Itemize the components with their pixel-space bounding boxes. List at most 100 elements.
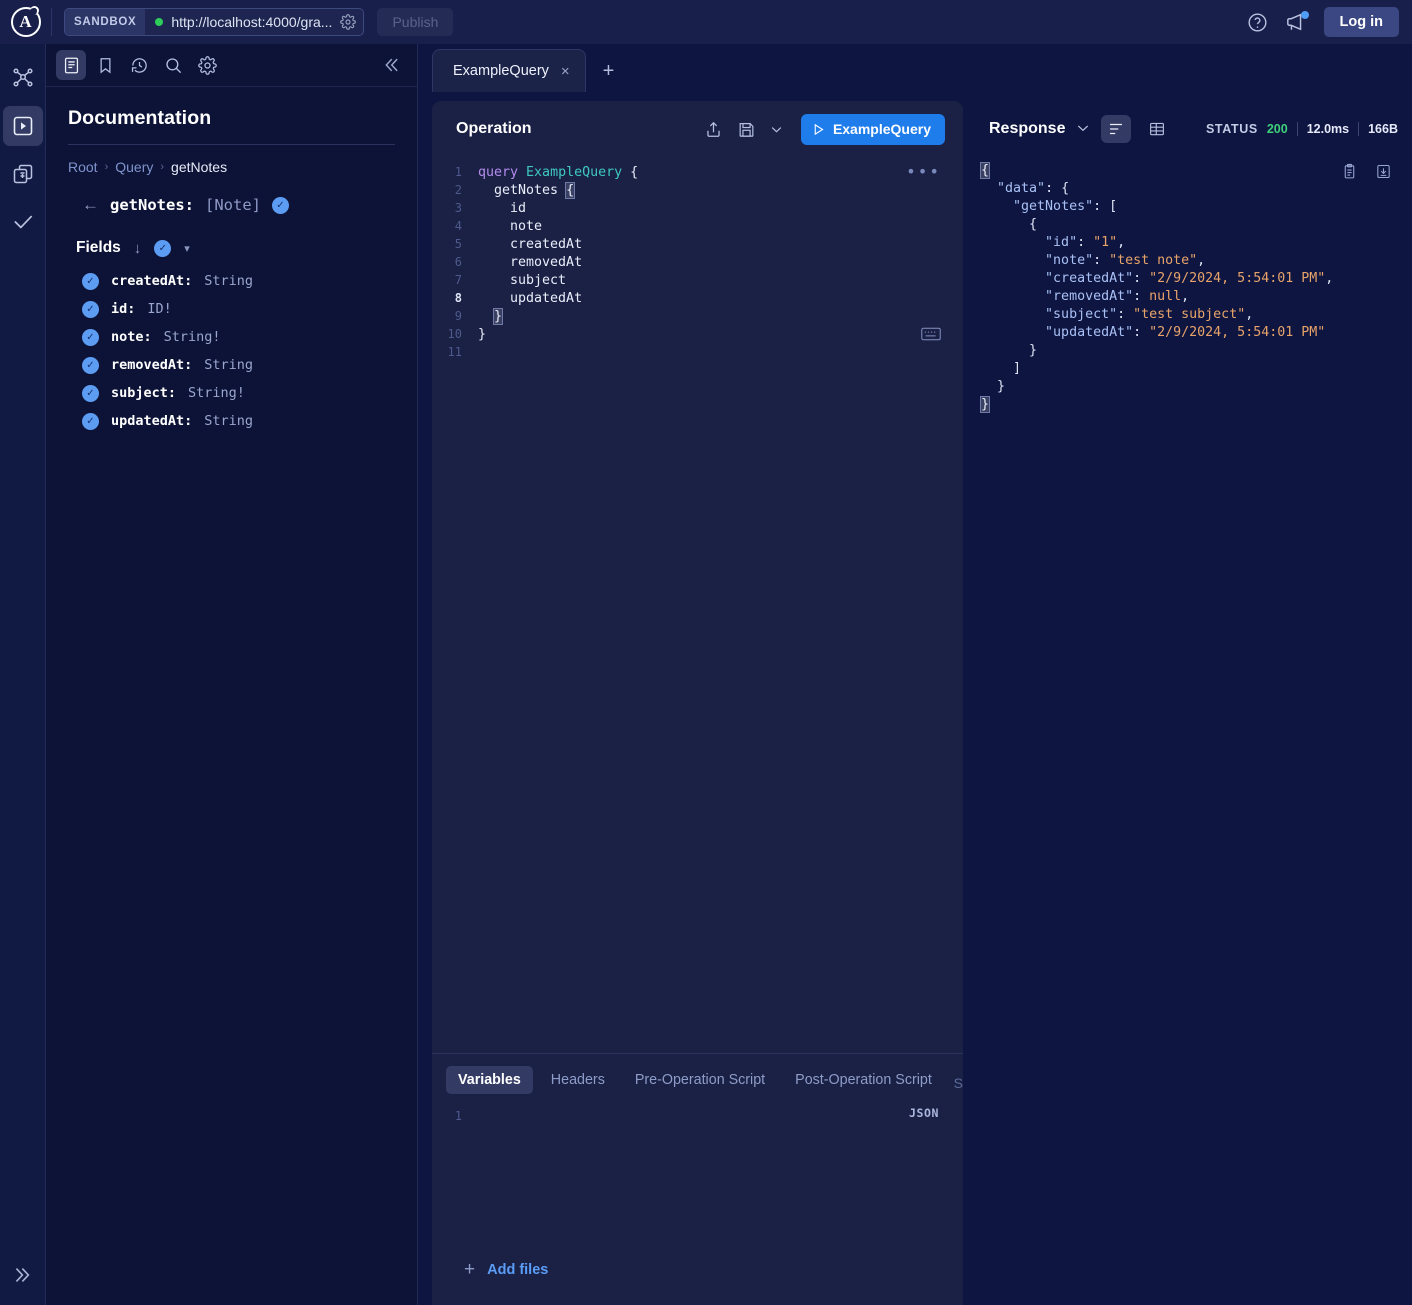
tab-post-operation-script[interactable]: Post-Operation Script — [783, 1066, 944, 1094]
page-title: Documentation — [68, 107, 212, 129]
field-name: removedAt: — [111, 357, 193, 373]
save-icon[interactable] — [737, 120, 756, 139]
response-line: { — [981, 217, 1038, 232]
help-circle-icon[interactable] — [1247, 12, 1268, 33]
query-editor[interactable]: ••• 1 query ExampleQuery {2 getNotes {3 i… — [432, 157, 963, 361]
field-row[interactable]: ✓ note: String! — [68, 323, 395, 351]
code-line-text: updatedAt — [478, 290, 583, 306]
response-panel: Response STATUS 200 12.0ms 166B {"data"… — [975, 101, 1412, 1305]
field-row[interactable]: ✓ updatedAt: String — [68, 407, 395, 435]
code-line-text: } — [493, 307, 504, 325]
field-type[interactable]: String! — [164, 329, 221, 345]
code-line-text: removedAt — [478, 254, 583, 270]
code-line-text: id — [478, 200, 527, 216]
rail-item-schema[interactable] — [3, 58, 43, 98]
login-button[interactable]: Log in — [1323, 7, 1399, 37]
keyboard-shortcuts-icon[interactable] — [921, 327, 941, 345]
current-field-type[interactable]: [Note] — [205, 196, 261, 214]
tab-headers[interactable]: Headers — [539, 1066, 617, 1094]
response-body[interactable]: { "data": { "getNotes": [ { "id": "1", "… — [975, 157, 1412, 415]
line-number: 1 — [454, 165, 462, 179]
field-row[interactable]: ✓ subject: String! — [68, 379, 395, 407]
field-name: subject: — [111, 385, 177, 401]
field-check-icon[interactable]: ✓ — [82, 356, 99, 374]
connection-settings-gear-icon[interactable] — [340, 14, 357, 30]
code-line: 11 — [432, 343, 963, 361]
connection-status-dot — [155, 18, 164, 26]
bookmark-icon[interactable] — [90, 50, 120, 80]
response-line: } — [981, 379, 1006, 394]
copy-clipboard-icon[interactable] — [1341, 163, 1358, 184]
tab-pre-operation-script[interactable]: Pre-Operation Script — [623, 1066, 777, 1094]
operation-header: Operation ExampleQuery — [432, 101, 963, 157]
docs-icon[interactable] — [56, 50, 86, 80]
field-row[interactable]: ✓ createdAt: String — [68, 267, 395, 295]
field-row[interactable]: ✓ id: ID! — [68, 295, 395, 323]
tab-variables[interactable]: Variables — [446, 1066, 533, 1094]
rail-item-checks[interactable] — [3, 202, 43, 242]
close-icon[interactable]: × — [561, 63, 570, 80]
field-check-icon[interactable]: ✓ — [82, 384, 99, 402]
fields-list: ✓ createdAt: String ✓ id: ID! ✓ note: St… — [68, 267, 395, 435]
field-check-icon[interactable]: ✓ — [82, 300, 99, 318]
divider — [1296, 122, 1298, 136]
megaphone-icon[interactable] — [1285, 11, 1309, 32]
rail-item-collections[interactable] — [3, 154, 43, 194]
code-line: 6 removedAt — [432, 253, 963, 271]
chevron-down-icon[interactable]: ▾ — [184, 242, 190, 255]
response-title: Response — [989, 120, 1066, 137]
field-check-icon[interactable]: ✓ — [82, 412, 99, 430]
top-bar: A SANDBOX http://localhost:4000/gra... P… — [0, 0, 1412, 44]
rail-expand-button[interactable] — [10, 1264, 32, 1291]
operation-bottom-panel: Variables Headers Pre-Operation Script P… — [432, 1053, 963, 1305]
tab-overflow-clipped[interactable]: S — [954, 1075, 963, 1091]
response-table-view-icon[interactable] — [1142, 115, 1172, 143]
select-all-fields-check-icon[interactable]: ✓ — [154, 239, 172, 257]
add-field-check-icon[interactable]: ✓ — [272, 196, 289, 214]
back-arrow-icon[interactable]: ← — [82, 195, 99, 215]
search-icon[interactable] — [158, 50, 188, 80]
response-duration: 12.0ms — [1306, 122, 1350, 136]
field-check-icon[interactable]: ✓ — [82, 328, 99, 346]
response-chevron-down-icon[interactable] — [1076, 121, 1090, 138]
breadcrumb: Root › Query › getNotes — [68, 159, 395, 175]
apollo-sandbox-app: A SANDBOX http://localhost:4000/gra... P… — [0, 0, 1412, 1305]
save-menu-chevron-down-icon[interactable] — [770, 123, 783, 136]
share-icon[interactable] — [704, 120, 723, 139]
line-number: 4 — [454, 219, 462, 233]
history-icon[interactable] — [124, 50, 154, 80]
line-number: 10 — [447, 327, 462, 341]
apollo-logo[interactable]: A — [0, 0, 51, 44]
add-tab-button[interactable]: + — [603, 60, 615, 83]
publish-button[interactable]: Publish — [377, 8, 454, 36]
variables-editor[interactable]: 1 JSON — [432, 1106, 963, 1126]
divider — [68, 144, 395, 145]
documentation-body: Documentation Root › Query › getNotes ← … — [46, 87, 417, 435]
breadcrumb-query[interactable]: Query — [115, 159, 153, 175]
add-files-button[interactable]: + Add files — [464, 1259, 548, 1281]
field-name: id: — [111, 301, 136, 317]
operation-panel: Operation ExampleQuery ••• 1 query Examp… — [432, 101, 963, 1053]
endpoint-url-input[interactable]: http://localhost:4000/gra... — [145, 9, 363, 35]
field-type[interactable]: String! — [188, 385, 245, 401]
field-type[interactable]: ID! — [147, 301, 171, 317]
download-response-icon[interactable] — [1375, 163, 1392, 184]
field-type[interactable]: String — [204, 357, 253, 373]
field-type[interactable]: String — [204, 273, 253, 289]
bottom-tabs: Variables Headers Pre-Operation Script P… — [432, 1054, 963, 1106]
tab-examplequery[interactable]: ExampleQuery × — [432, 49, 586, 92]
rail-item-explorer[interactable] — [2, 106, 43, 146]
sort-arrow-icon[interactable]: ↓ — [134, 240, 142, 257]
code-line-text: note — [478, 218, 543, 234]
settings-gear-icon[interactable] — [192, 50, 222, 80]
field-type[interactable]: String — [204, 413, 253, 429]
field-row[interactable]: ✓ removedAt: String — [68, 351, 395, 379]
run-operation-button[interactable]: ExampleQuery — [800, 113, 945, 145]
breadcrumb-root[interactable]: Root — [68, 159, 98, 175]
variables-format-label[interactable]: JSON — [909, 1106, 939, 1120]
current-field-header: ← getNotes: [Note] ✓ — [82, 195, 395, 215]
response-json-view-icon[interactable] — [1101, 115, 1132, 143]
editor-more-options-icon[interactable]: ••• — [906, 162, 941, 181]
field-check-icon[interactable]: ✓ — [82, 272, 99, 290]
collapse-panel-button[interactable] — [379, 51, 407, 79]
